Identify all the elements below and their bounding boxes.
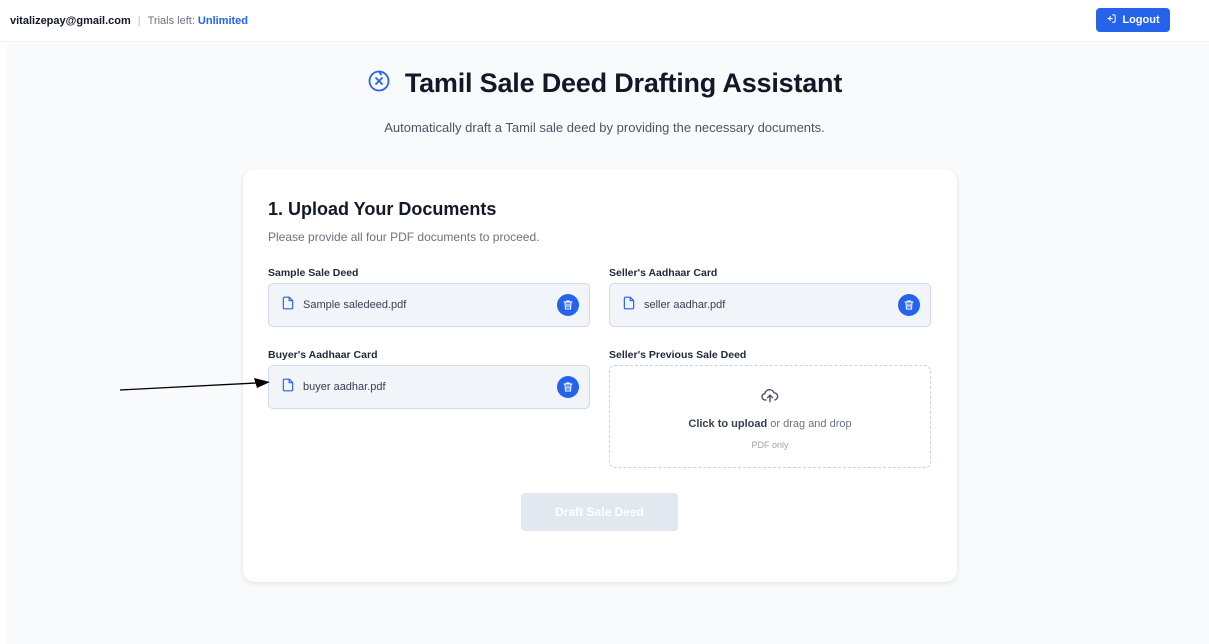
page-title: Tamil Sale Deed Drafting Assistant [404,68,843,98]
trash-icon [904,300,914,310]
trials-value: Unlimited [197,14,249,27]
pointer-arrow-icon [120,378,270,391]
click-to-upload-link[interactable]: Click to upload [688,418,767,430]
logout-button[interactable]: Logout [1096,8,1170,32]
trash-icon [563,382,573,392]
delete-file-button[interactable] [898,294,920,316]
dropzone-text: Click to upload or drag and drop [610,418,930,430]
document-icon [281,296,295,315]
drag-drop-text: or drag and drop [770,418,852,430]
file-name: buyer aadhar.pdf [303,381,386,393]
sample-sale-deed-file: Sample saledeed.pdf [268,283,590,327]
top-bar: vitalizepay@gmail.com | Trials left: Unl… [0,0,1209,42]
compass-x-icon [367,69,391,98]
delete-file-button[interactable] [557,376,579,398]
seller-aadhaar-file: seller aadhar.pdf [609,283,931,327]
header-separator: | [137,14,141,27]
logout-label: Logout [1122,14,1160,26]
upload-heading: 1. Upload Your Documents [268,199,497,219]
page-subtitle: Automatically draft a Tamil sale deed by… [384,120,825,135]
trials-label: Trials left: [147,14,195,27]
document-icon [281,378,295,397]
cloud-upload-icon [610,388,930,404]
document-icon [622,296,636,315]
delete-file-button[interactable] [557,294,579,316]
trash-icon [563,300,573,310]
user-email: vitalizepay@gmail.com [10,14,131,27]
sample-sale-deed-label: Sample Sale Deed [268,267,359,279]
dropzone-hint: PDF only [751,440,789,450]
logout-icon [1106,13,1117,27]
draft-sale-deed-button[interactable]: Draft Sale Deed [521,493,678,531]
upload-dropzone[interactable]: Click to upload or drag and drop PDF onl… [609,365,931,468]
file-name: Sample saledeed.pdf [303,299,407,311]
buyer-aadhaar-label: Buyer's Aadhaar Card [268,349,378,361]
seller-aadhaar-label: Seller's Aadhaar Card [609,267,718,279]
upload-description: Please provide all four PDF documents to… [268,230,540,244]
file-name: seller aadhar.pdf [644,299,726,311]
page-title-row: Tamil Sale Deed Drafting Assistant [0,68,1209,99]
buyer-aadhaar-file: buyer aadhar.pdf [268,365,590,409]
upload-card: 1. Upload Your Documents Please provide … [243,169,957,582]
seller-previous-deed-label: Seller's Previous Sale Deed [609,349,747,361]
